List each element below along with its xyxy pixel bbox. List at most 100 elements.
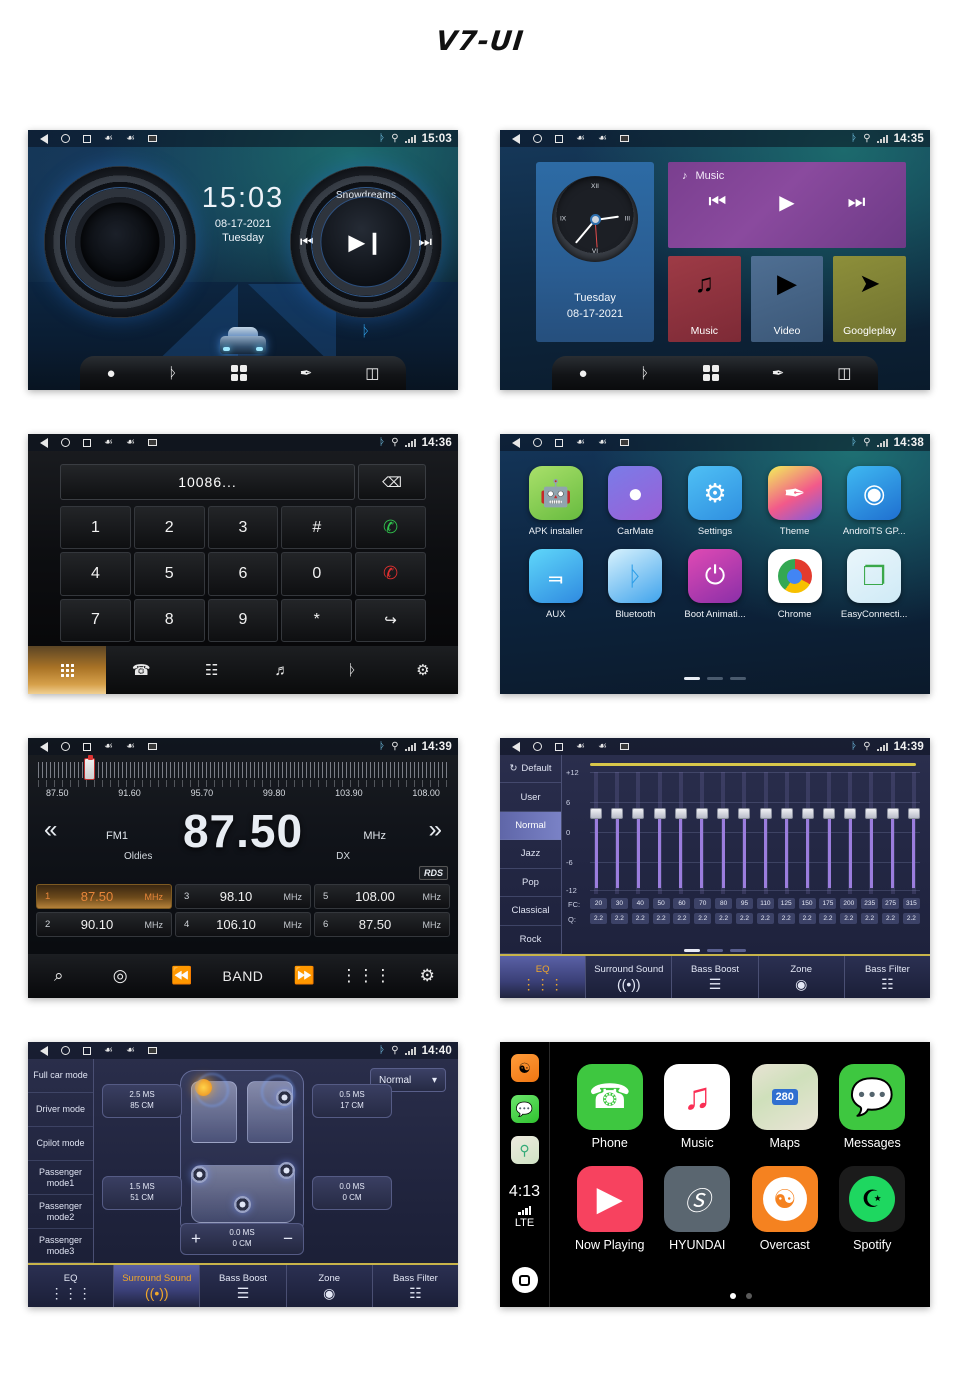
- fc-value[interactable]: 200: [840, 898, 858, 909]
- eq-slider[interactable]: [886, 772, 899, 894]
- eq-slider[interactable]: [865, 772, 878, 894]
- recents-icon[interactable]: [555, 742, 563, 751]
- eq-slider[interactable]: [844, 772, 857, 894]
- app-chrome[interactable]: Chrome: [755, 549, 835, 620]
- key-2[interactable]: 2: [133, 506, 205, 550]
- recents-icon[interactable]: [83, 134, 91, 143]
- eq-preset-default[interactable]: ↻ Default: [500, 755, 561, 784]
- q-value[interactable]: 2.2: [715, 913, 733, 924]
- page-dot[interactable]: [730, 1293, 736, 1299]
- fc-value[interactable]: 275: [882, 898, 900, 909]
- carplay-app-spotify[interactable]: ☪ Spotify: [829, 1166, 917, 1252]
- next-track-button[interactable]: ⏭: [848, 191, 866, 214]
- carplay-app-now-playing[interactable]: ▶ Now Playing: [566, 1166, 654, 1252]
- key-4[interactable]: 4: [60, 552, 131, 596]
- analog-clock-widget[interactable]: XII III VI IX Tuesday 08-17-2021: [536, 162, 654, 342]
- home-icon[interactable]: [533, 134, 542, 143]
- bt-phone-icon[interactable]: ᚦ: [317, 662, 387, 679]
- delay-front-right[interactable]: 0.5 MS 17 CM: [312, 1084, 392, 1118]
- delay-front-left[interactable]: 2.5 MS 85 CM: [102, 1084, 182, 1118]
- eq-preset-user[interactable]: User: [500, 783, 561, 812]
- carplay-app-hyundai[interactable]: Ⓢ HYUNDAI: [654, 1166, 742, 1252]
- app-boot-animation[interactable]: ⏻ Boot Animati...: [675, 549, 755, 620]
- prev-track-button[interactable]: ⏮: [708, 191, 726, 214]
- q-value[interactable]: 2.2: [631, 913, 649, 924]
- increase-button[interactable]: +: [191, 1229, 201, 1249]
- key-8[interactable]: 8: [133, 598, 205, 642]
- tile-video[interactable]: ▶ Video: [750, 256, 824, 342]
- fc-value[interactable]: 315: [902, 898, 920, 909]
- apps-grid-icon[interactable]: [702, 365, 719, 381]
- scan-antenna-icon[interactable]: ◎: [89, 966, 150, 986]
- tab-eq[interactable]: EQ ⋮⋮⋮: [500, 956, 587, 998]
- radio-icon[interactable]: ◫: [837, 366, 851, 381]
- tab-bass-boost[interactable]: Bass Boost ☰: [672, 956, 759, 998]
- recents-icon[interactable]: [555, 438, 563, 447]
- radio-icon[interactable]: ◫: [365, 366, 379, 381]
- mode-passenger3[interactable]: Passenger mode3: [28, 1229, 93, 1263]
- fc-value[interactable]: 80: [715, 898, 733, 909]
- settings-icon[interactable]: ⚙: [397, 966, 458, 986]
- backspace-icon[interactable]: ⌫: [358, 464, 426, 500]
- mode-passenger2[interactable]: Passenger mode2: [28, 1195, 93, 1229]
- app-bluetooth[interactable]: ᚦ Bluetooth: [596, 549, 676, 620]
- eq-slider[interactable]: [632, 772, 645, 894]
- panel-equalizer[interactable]: ☙ ☙ ᚦ ⚲ 14:39 ↻ Default User Normal Jazz…: [500, 738, 930, 998]
- eq-slider[interactable]: [907, 772, 920, 894]
- fc-value[interactable]: 40: [631, 898, 649, 909]
- key-hash[interactable]: #: [281, 506, 353, 550]
- q-value[interactable]: 2.2: [819, 913, 837, 924]
- carplay-home-button[interactable]: [511, 1267, 538, 1293]
- keypad-icon[interactable]: [28, 646, 106, 694]
- fc-value[interactable]: 20: [590, 898, 607, 909]
- preset-2[interactable]: 2 90.10 MHz: [36, 912, 172, 937]
- q-value[interactable]: 2.2: [673, 913, 691, 924]
- home-icon[interactable]: [61, 1046, 70, 1055]
- eq-slider[interactable]: [738, 772, 751, 894]
- home-icon[interactable]: [533, 438, 542, 447]
- page-indicator[interactable]: [566, 1293, 916, 1299]
- bt-headset-icon[interactable]: ♬: [247, 662, 317, 679]
- preset-1[interactable]: 1 87.50 MHz: [36, 884, 172, 909]
- call-log-icon[interactable]: ☎: [106, 661, 176, 679]
- panel-app-drawer[interactable]: ☙ ☙ ᚦ ⚲ 14:38 🤖 APK installer ● CarMate …: [500, 434, 930, 694]
- app-aux[interactable]: ⫬ AUX: [516, 549, 596, 620]
- prev-track-button[interactable]: ⏮: [300, 234, 314, 251]
- contacts-icon[interactable]: ☷: [176, 661, 246, 679]
- eq-slider[interactable]: [611, 772, 624, 894]
- tab-bass-filter[interactable]: Bass Filter ☷: [372, 1265, 458, 1307]
- play-button[interactable]: ▶: [779, 190, 794, 215]
- page-dot[interactable]: [730, 949, 746, 952]
- key-7[interactable]: 7: [60, 598, 131, 642]
- music-widget[interactable]: ♪ Music ⏮ ▶ ⏭: [668, 162, 906, 248]
- eq-slider[interactable]: [674, 772, 687, 894]
- carplay-app-messages[interactable]: 💬 Messages: [829, 1064, 917, 1150]
- eq-preset-classical[interactable]: Classical: [500, 897, 561, 926]
- back-icon[interactable]: [512, 437, 520, 448]
- eq-slider[interactable]: [590, 772, 602, 894]
- q-value[interactable]: 2.2: [882, 913, 900, 924]
- back-icon[interactable]: [40, 1045, 48, 1056]
- carplay-app-music[interactable]: ♫ Music: [654, 1064, 742, 1150]
- fc-value[interactable]: 125: [777, 898, 795, 909]
- tab-zone[interactable]: Zone ◉: [286, 1265, 373, 1307]
- app-theme[interactable]: ✒ Theme: [755, 466, 835, 537]
- band-button[interactable]: BAND: [212, 968, 273, 984]
- recents-icon[interactable]: [555, 134, 563, 143]
- key-3[interactable]: 3: [207, 506, 279, 550]
- app-carmate[interactable]: ● CarMate: [596, 466, 676, 537]
- tile-googleplay[interactable]: ➤ Googleplay: [833, 256, 907, 342]
- fc-value[interactable]: 150: [798, 898, 816, 909]
- mode-passenger1[interactable]: Passenger mode1: [28, 1161, 93, 1195]
- delay-rear-right[interactable]: 0.0 MS 0 CM: [312, 1176, 392, 1210]
- delay-rear-left[interactable]: 1.5 MS 51 CM: [102, 1176, 182, 1210]
- next-station-button[interactable]: ⏩: [274, 966, 335, 986]
- q-value[interactable]: 2.2: [840, 913, 858, 924]
- tab-surround-sound[interactable]: Surround Sound ((•)): [586, 956, 673, 998]
- q-value[interactable]: 2.2: [798, 913, 816, 924]
- tab-bass-filter[interactable]: Bass Filter ☷: [844, 956, 930, 998]
- page-indicator[interactable]: [500, 949, 930, 952]
- apps-grid-icon[interactable]: [230, 365, 247, 381]
- app-easyconnection[interactable]: ❐ EasyConnecti...: [834, 549, 914, 620]
- page-dot[interactable]: [684, 677, 700, 680]
